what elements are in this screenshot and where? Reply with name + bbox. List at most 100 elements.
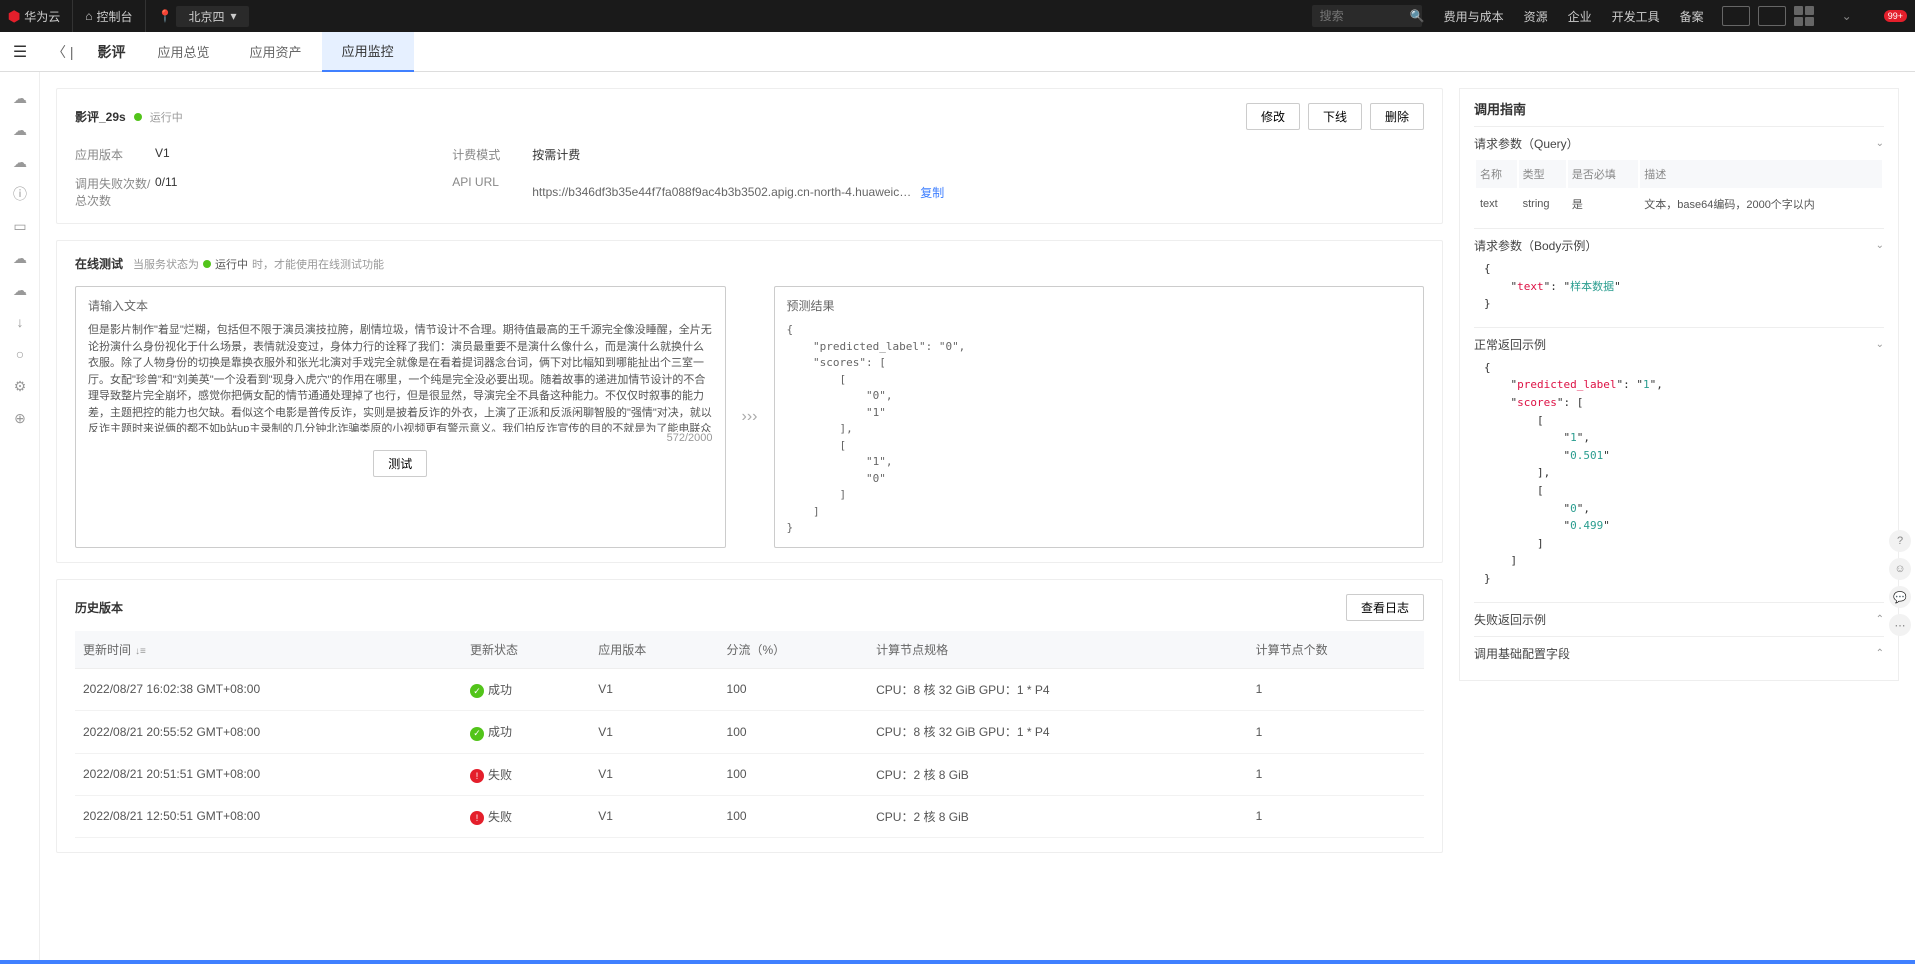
failcount-value: 0/11 [155, 175, 452, 209]
rail-icon-7[interactable]: ↓ [0, 306, 40, 338]
online-test-panel: 在线测试 当服务状态为 运行中 时，才能使用在线测试功能 请输入文本 572/2… [56, 240, 1443, 563]
cell-status: !失败 [462, 753, 590, 795]
app-name: 影评_29s [75, 108, 126, 125]
cell-traffic: 100 [719, 668, 869, 711]
cell-count: 1 [1248, 753, 1424, 795]
progress-bar [0, 960, 1915, 964]
char-count: 572/2000 [88, 432, 713, 444]
guide-common-section: 调用基础配置字段 ⌃ [1474, 636, 1884, 670]
arrow-right-icon: ››› [738, 286, 762, 548]
chevron-down-icon[interactable]: ⌄ [1822, 9, 1872, 23]
col-status[interactable]: 更新状态 [462, 631, 590, 669]
window-icon-2[interactable] [1758, 6, 1786, 26]
menu-toggle-icon[interactable]: ☰ [0, 42, 40, 62]
rail-icon-6[interactable]: ☁ [0, 274, 40, 306]
delete-button[interactable]: 删除 [1370, 103, 1424, 130]
region-value[interactable]: 北京四 ▾ [176, 6, 248, 27]
guide-query-section: 请求参数（Query） ⌄ 名称 类型 是否必填 描述 text string [1474, 126, 1884, 228]
body-example-header[interactable]: 请求参数（Body示例） ⌄ [1474, 237, 1884, 254]
status-dot-icon [203, 260, 211, 268]
chevron-up-icon: ⌃ [1876, 648, 1884, 659]
cell-count: 1 [1248, 711, 1424, 754]
search-icon[interactable]: 🔍 [1410, 9, 1425, 23]
tab-overview[interactable]: 应用总览 [138, 32, 230, 72]
feedback-icon[interactable]: ☺ [1889, 558, 1911, 580]
top-link-resource[interactable]: 资源 [1514, 8, 1558, 25]
col-traffic[interactable]: 分流（%） [719, 631, 869, 669]
cell-version: V1 [590, 711, 718, 754]
rail-icon-5[interactable]: ☁ [0, 242, 40, 274]
rail-icon-3[interactable]: ⓘ [0, 178, 40, 210]
global-search[interactable]: 🔍 [1312, 5, 1422, 27]
rail-icon-4[interactable]: ▭ [0, 210, 40, 242]
window-icon[interactable] [1722, 6, 1750, 26]
cell-status: !失败 [462, 795, 590, 837]
failcount-label: 调用失败次数/总次数 [75, 175, 155, 209]
chevron-down-icon: ⌄ [1876, 240, 1884, 251]
table-row[interactable]: 2022/08/21 20:51:51 GMT+08:00!失败V1100CPU… [75, 753, 1424, 795]
rail-icon-2[interactable]: ☁ [0, 146, 40, 178]
cell-spec: CPU：8 核 32 GiB GPU：1 * P4 [868, 711, 1248, 754]
float-help-icons: ? ☺ 💬 ⋯ [1889, 530, 1911, 636]
brand-logo[interactable]: ⬢ 华为云 [8, 8, 72, 25]
top-link-devtools[interactable]: 开发工具 [1602, 8, 1670, 25]
search-input[interactable] [1320, 9, 1410, 23]
help-icon[interactable]: ? [1889, 530, 1911, 552]
back-arrow-icon[interactable]: 〈 | [40, 42, 86, 62]
status-dot-icon [134, 113, 142, 121]
top-link-beian[interactable]: 备案 [1670, 8, 1714, 25]
history-table: 更新时间↓≡ 更新状态 应用版本 分流（%） 计算节点规格 计算节点个数 202… [75, 631, 1424, 838]
table-row: text string 是 文本，base64编码，2000个字以内 [1476, 190, 1882, 218]
query-params-header[interactable]: 请求参数（Query） ⌄ [1474, 135, 1884, 152]
top-link-enterprise[interactable]: 企业 [1558, 8, 1602, 25]
body-json-sample: { "text": "样本数据"} [1474, 254, 1884, 319]
modify-button[interactable]: 修改 [1246, 103, 1300, 130]
offline-button[interactable]: 下线 [1308, 103, 1362, 130]
col-update-time[interactable]: 更新时间↓≡ [75, 631, 462, 669]
table-row[interactable]: 2022/08/27 16:02:38 GMT+08:00✓成功V1100CPU… [75, 668, 1424, 711]
col-spec[interactable]: 计算节点规格 [868, 631, 1248, 669]
region-selector[interactable]: 📍 北京四 ▾ [145, 0, 261, 32]
pin-icon: 📍 [158, 9, 173, 23]
fail-example-header[interactable]: 失败返回示例 ⌃ [1474, 611, 1884, 628]
rail-icon-9[interactable]: ⚙ [0, 370, 40, 402]
rail-icon-8[interactable]: ○ [0, 338, 40, 370]
history-title: 历史版本 [75, 599, 123, 616]
notification-badge[interactable]: 99+ [1884, 10, 1907, 22]
col-version[interactable]: 应用版本 [590, 631, 718, 669]
cell-count: 1 [1248, 668, 1424, 711]
cell-time: 2022/08/21 12:50:51 GMT+08:00 [75, 795, 462, 837]
common-fields-header[interactable]: 调用基础配置字段 ⌃ [1474, 645, 1884, 662]
rail-icon-0[interactable]: ☁ [0, 82, 40, 114]
result-json: { "predicted_label": "0", "scores": [ [ … [787, 322, 1412, 537]
table-row[interactable]: 2022/08/21 20:55:52 GMT+08:00✓成功V1100CPU… [75, 711, 1424, 754]
cell-spec: CPU：8 核 32 GiB GPU：1 * P4 [868, 668, 1248, 711]
chevron-down-icon: ▾ [230, 9, 236, 23]
console-link[interactable]: ⌂ 控制台 [72, 0, 144, 32]
version-label: 应用版本 [75, 146, 155, 163]
col-count[interactable]: 计算节点个数 [1248, 631, 1424, 669]
table-row[interactable]: 2022/08/21 12:50:51 GMT+08:00!失败V1100CPU… [75, 795, 1424, 837]
billing-label: 计费模式 [452, 146, 532, 163]
rail-icon-10[interactable]: ⊕ [0, 402, 40, 434]
cell-status: ✓成功 [462, 711, 590, 754]
view-log-button[interactable]: 查看日志 [1346, 594, 1424, 621]
success-example-header[interactable]: 正常返回示例 ⌄ [1474, 336, 1884, 353]
tab-assets[interactable]: 应用资产 [230, 32, 322, 72]
online-test-title: 在线测试 [75, 255, 123, 272]
test-button[interactable]: 测试 [373, 450, 427, 477]
tab-monitor[interactable]: 应用监控 [322, 32, 414, 72]
rail-icon-1[interactable]: ☁ [0, 114, 40, 146]
huawei-logo-icon: ⬢ [8, 8, 20, 25]
top-link-cost[interactable]: 费用与成本 [1434, 8, 1514, 25]
copy-url-link[interactable]: 复制 [920, 184, 944, 201]
cell-time: 2022/08/27 16:02:38 GMT+08:00 [75, 668, 462, 711]
more-icon[interactable]: ⋯ [1889, 614, 1911, 636]
cell-spec: CPU：2 核 8 GiB [868, 753, 1248, 795]
test-input-textarea[interactable] [88, 322, 713, 432]
cell-version: V1 [590, 668, 718, 711]
grid-apps-icon[interactable] [1794, 6, 1814, 26]
cell-traffic: 100 [719, 753, 869, 795]
chat-icon[interactable]: 💬 [1889, 586, 1911, 608]
home-icon: ⌂ [85, 9, 92, 23]
